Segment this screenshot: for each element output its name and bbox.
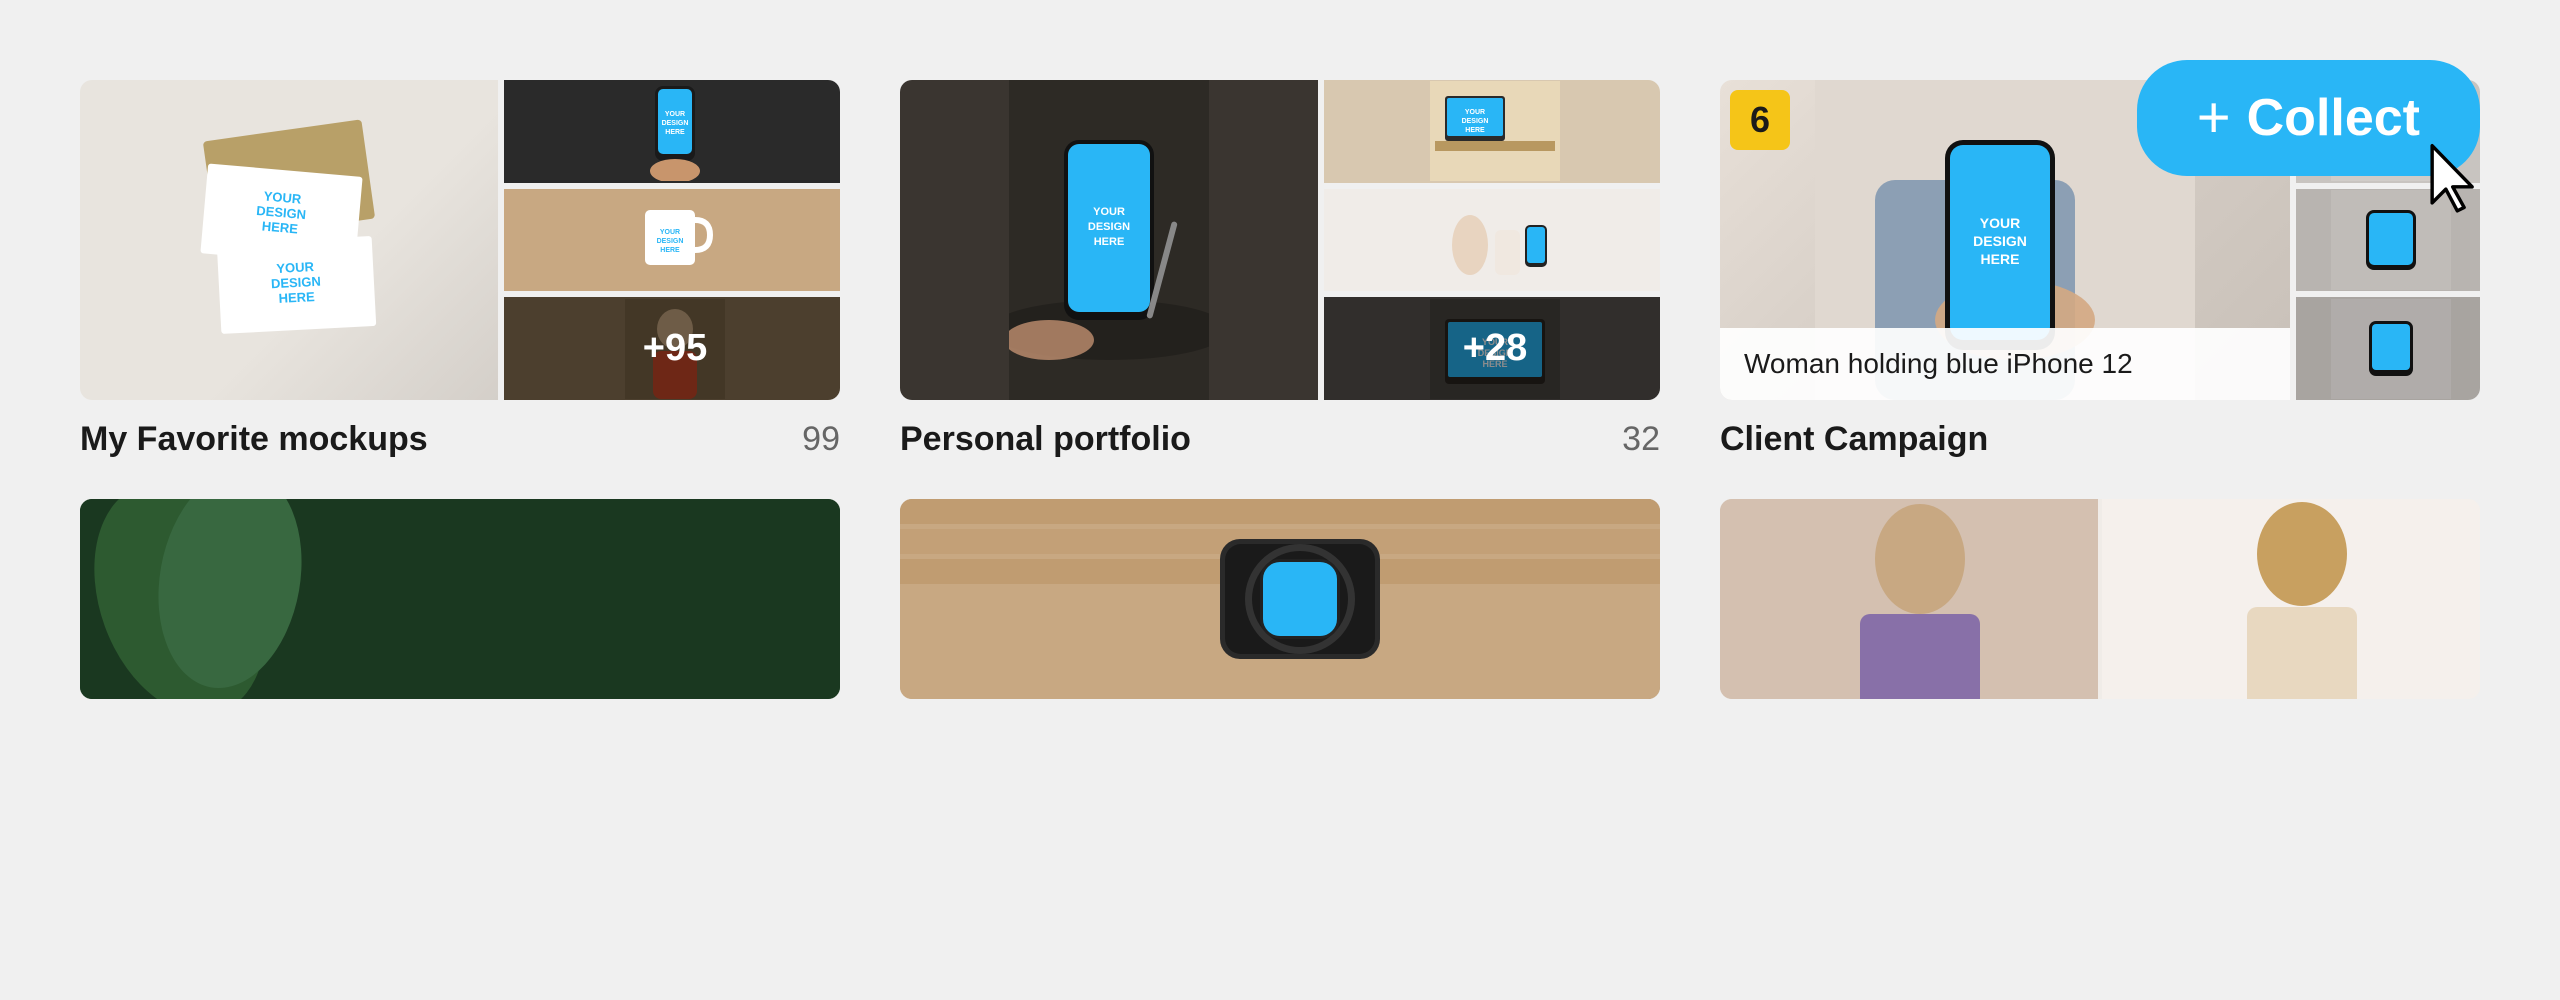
svg-text:HERE: HERE [665,129,685,136]
collection-footer-portfolio: Personal portfolio 32 [900,420,1660,459]
collection-card-favorites[interactable]: YOUR DESIGN HERE YOUR DESIGN HERE [80,80,840,459]
svg-text:HERE: HERE [1465,127,1485,134]
second-row [80,499,2480,699]
svg-text:HERE: HERE [1094,236,1125,248]
svg-text:HERE: HERE [1981,251,2020,267]
collection-footer-campaign: Client Campaign [1720,420,2480,459]
image-person-95: +95 [504,297,840,400]
page-wrapper: + Collect YOUR DESIGN HE [0,0,2560,1000]
image-decor [1324,189,1660,292]
image-room: YOUR DESIGN HERE [1324,80,1660,183]
collection-badge: 6 [1730,90,1790,150]
svg-text:DESIGN: DESIGN [657,238,684,245]
partial-card-2[interactable] [900,499,1660,699]
image-phone-desk: YOUR DESIGN HERE [900,80,1318,400]
collect-label: Collect [2247,88,2420,148]
svg-text:HERE: HERE [278,289,315,306]
image-caption: Woman holding blue iPhone 12 [1720,328,2290,400]
svg-text:DESIGN: DESIGN [662,120,689,127]
collect-button[interactable]: + Collect [2137,60,2480,176]
partial-card-3[interactable] [1720,499,2480,699]
svg-text:DESIGN: DESIGN [1088,221,1130,233]
collection-name-campaign: Client Campaign [1720,420,1988,459]
count-overlay-28: +28 [1324,297,1660,400]
collection-name-portfolio: Personal portfolio [900,420,1191,459]
svg-text:YOUR: YOUR [1980,215,2020,231]
partial-card-1[interactable] [80,499,840,699]
collection-images-portfolio: YOUR DESIGN HERE [900,80,1660,400]
svg-text:YOUR: YOUR [1093,206,1125,218]
svg-text:YOUR: YOUR [660,229,680,236]
svg-text:HERE: HERE [261,218,299,236]
collection-name-favorites: My Favorite mockups [80,420,428,459]
collection-card-portfolio[interactable]: YOUR DESIGN HERE [900,80,1660,459]
svg-text:DESIGN: DESIGN [1973,233,2027,249]
plus-icon: + [2197,89,2231,147]
collection-count-favorites: 99 [802,420,840,459]
collection-count-portfolio: 32 [1622,420,1660,459]
count-overlay-95: +95 [504,297,840,400]
svg-text:DESIGN: DESIGN [1462,118,1489,125]
image-phone-hand-1: YOUR DESIGN HERE [504,80,840,183]
collection-footer-favorites: My Favorite mockups 99 [80,420,840,459]
svg-text:YOUR: YOUR [665,111,685,118]
image-laptop-28: YOUR DESIGN HERE +28 [1324,297,1660,400]
collections-grid: YOUR DESIGN HERE YOUR DESIGN HERE [80,80,2480,459]
image-business-cards: YOUR DESIGN HERE YOUR DESIGN HERE [80,80,498,400]
image-campaign-sm3 [2296,297,2480,400]
image-mug: YOUR DESIGN HERE [504,189,840,292]
collection-images-favorites: YOUR DESIGN HERE YOUR DESIGN HERE [80,80,840,400]
svg-text:YOUR: YOUR [1465,109,1485,116]
image-campaign-sm2 [2296,189,2480,292]
svg-text:HERE: HERE [660,247,680,254]
